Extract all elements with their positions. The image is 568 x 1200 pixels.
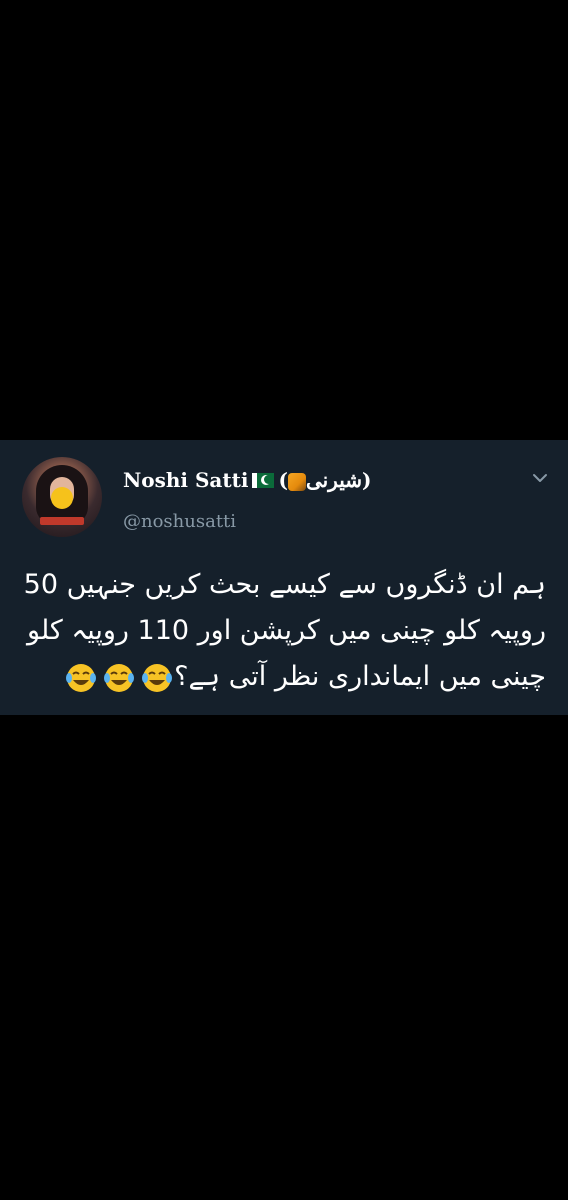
- suffix-open-paren: (: [278, 468, 288, 492]
- suffix-close-paren: ): [362, 468, 372, 492]
- tweet-body: ہم ان ڈنگروں سے کیسے بحث کریں جنہیں 50 ر…: [22, 562, 546, 700]
- author-name-suffix: ( شیرنی): [278, 468, 371, 492]
- avatar-badge: [40, 517, 84, 525]
- author-display-name[interactable]: Noshi Satti: [123, 468, 248, 492]
- avatar-heart-icon: ♥: [28, 463, 36, 472]
- tiger-emoji-icon: [287, 472, 306, 491]
- tweet-card[interactable]: ♥ Noshi Satti ( شیرنی) @noshusatti ہم ان …: [0, 440, 568, 715]
- tweet-emoji-row: [60, 661, 174, 692]
- avatar-emoji-sticker: [51, 487, 73, 509]
- face-with-tears-of-joy-icon: [104, 663, 135, 692]
- chevron-down-icon[interactable]: [530, 470, 550, 486]
- face-with-tears-of-joy-icon: [66, 663, 97, 692]
- pakistan-flag-icon: [252, 472, 275, 488]
- face-with-tears-of-joy-icon: [142, 663, 173, 692]
- author-name-row[interactable]: Noshi Satti ( شیرنی): [123, 468, 371, 492]
- author-avatar[interactable]: ♥: [22, 457, 102, 537]
- author-handle[interactable]: @noshusatti: [123, 511, 236, 532]
- suffix-urdu-text: شیرنی: [305, 468, 363, 492]
